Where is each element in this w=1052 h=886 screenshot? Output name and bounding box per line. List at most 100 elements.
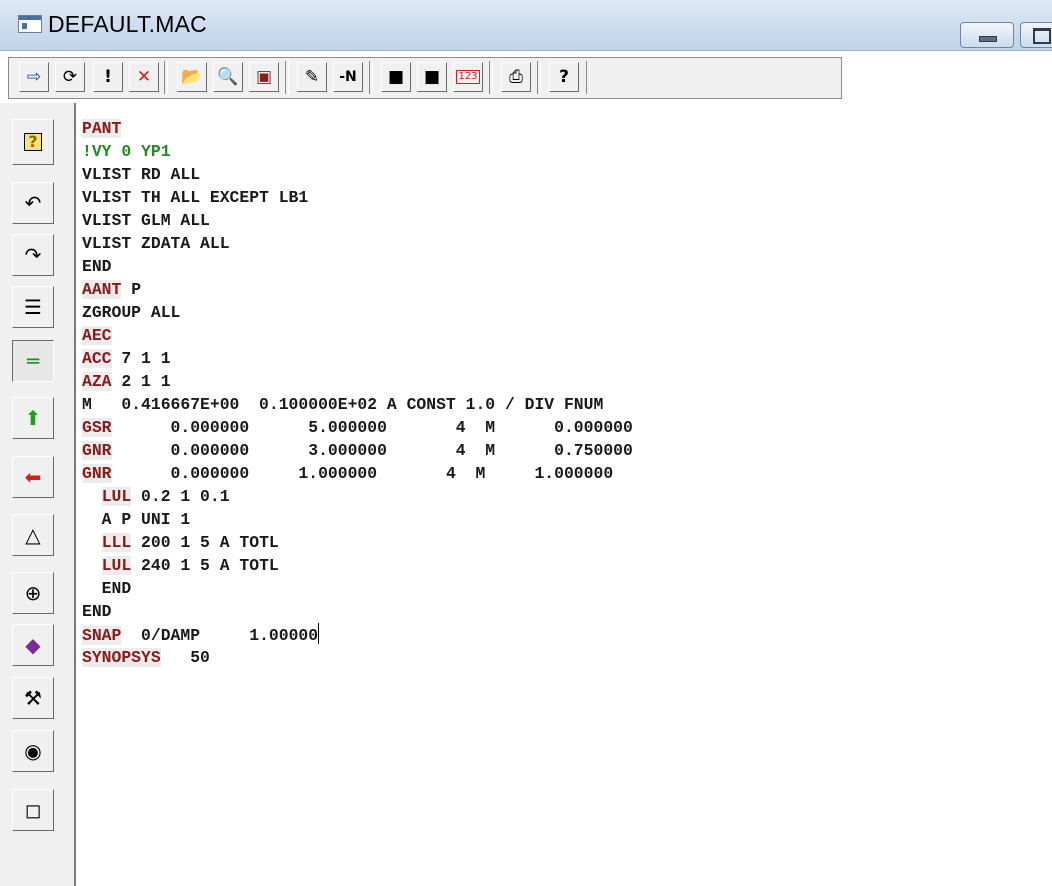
toolbar-button-macro[interactable]: ▣ — [249, 62, 279, 92]
code-line[interactable]: SNAP 0/DAMP 1.00000 — [82, 623, 633, 646]
code-line[interactable]: AEC — [82, 324, 633, 347]
code-keyword: GNR — [82, 464, 112, 483]
code-line[interactable]: GSR 0.000000 5.000000 4 M 0.000000 — [82, 416, 633, 439]
numbers-123-icon: 123 — [456, 70, 480, 84]
toolbar-button-save[interactable]: ■ — [381, 62, 411, 92]
code-line[interactable]: !VY 0 YP1 — [82, 140, 633, 163]
macro-icon: ▣ — [255, 66, 273, 87]
toolbar: ⇨ ⟳! ✕ 📂 🔍 ▣ ✎ -N ■ ■ 123 ⎙? — [8, 57, 842, 99]
code-keyword: GSR — [82, 418, 112, 437]
code-line[interactable]: GNR 0.000000 3.000000 4 M 0.750000 — [82, 439, 633, 462]
code-line[interactable]: GNR 0.000000 1.000000 4 M 1.000000 — [82, 462, 633, 485]
code-line[interactable]: VLIST ZDATA ALL — [82, 232, 633, 255]
code-line[interactable]: A P UNI 1 — [82, 508, 633, 531]
code-line[interactable]: VLIST GLM ALL — [82, 209, 633, 232]
green-up-arrow-icon: ⬆ — [24, 406, 42, 430]
minus-n-icon: -N — [339, 69, 357, 85]
code-line[interactable]: M 0.416667E+00 0.100000E+02 A CONST 1.0 … — [82, 393, 633, 416]
toolbar-separator — [537, 61, 541, 94]
toolbar-button-magnifier[interactable]: 🔍 — [213, 62, 243, 92]
toolbar-button-red-x[interactable]: ✕ — [129, 62, 159, 92]
side-button-green-up-arrow[interactable]: ⬆ — [12, 397, 54, 439]
side-button-equals-lines[interactable]: ═ — [12, 340, 54, 382]
code-text: VLIST ZDATA ALL — [82, 234, 230, 253]
code-line[interactable]: AZA 2 1 1 — [82, 370, 633, 393]
code-text: 0.000000 3.000000 4 M 0.750000 — [111, 441, 633, 460]
toolbar-button-save-as[interactable]: ■ — [417, 62, 447, 92]
code-keyword: ACC — [82, 349, 112, 368]
code-line[interactable]: LUL 0.2 1 0.1 — [82, 485, 633, 508]
toolbar-button-help[interactable]: ? — [549, 62, 579, 92]
code-keyword: AEC — [82, 326, 112, 345]
save-as-icon: ■ — [423, 66, 441, 87]
side-button-exit-door[interactable]: ◻ — [12, 789, 54, 831]
code-line[interactable]: AANT P — [82, 278, 633, 301]
app-window-icon[interactable] — [18, 15, 42, 33]
save-icon: ■ — [387, 66, 405, 87]
exclamation-icon: ! — [104, 66, 112, 87]
side-button-redo[interactable]: ↷ — [12, 234, 54, 276]
code-line[interactable]: END — [82, 577, 633, 600]
editor-text[interactable]: PANT !VY 0 YP1 VLIST RD ALL VLIST TH ALL EX… — [82, 117, 633, 669]
code-keyword: SYNOPSYS — [82, 648, 161, 667]
side-button-undo[interactable]: ↶ — [12, 182, 54, 224]
toolbar-separator — [164, 61, 168, 94]
code-text: END — [82, 602, 112, 621]
toolbar-button-minus-n[interactable]: -N — [333, 62, 363, 92]
side-button-indent[interactable]: ☰ — [12, 286, 54, 328]
side-button-wrench[interactable]: ⚒ — [12, 677, 54, 719]
toolbar-separator — [489, 61, 493, 94]
code-keyword: LUL — [101, 487, 132, 506]
code-line[interactable]: PANT — [82, 117, 633, 140]
side-button-gem[interactable]: ◆ — [12, 624, 54, 666]
red-x-icon: ✕ — [136, 66, 152, 87]
magnifier-icon: 🔍 — [217, 66, 239, 87]
title-bar: DEFAULT.MAC — [0, 0, 1052, 51]
code-text: VLIST GLM ALL — [82, 211, 210, 230]
toolbar-button-open-folder[interactable]: 📂 — [177, 62, 207, 92]
equals-lines-icon: ═ — [26, 349, 40, 373]
minimize-button[interactable] — [960, 22, 1014, 48]
code-text: P — [121, 280, 142, 299]
code-line[interactable]: END — [82, 255, 633, 278]
code-line[interactable]: ZGROUP ALL — [82, 301, 633, 324]
maximize-button[interactable] — [1020, 22, 1052, 48]
code-line[interactable]: LUL 240 1 5 A TOTL — [82, 554, 633, 577]
code-line[interactable]: ACC 7 1 1 — [82, 347, 633, 370]
code-line[interactable]: LLL 200 1 5 A TOTL — [82, 531, 633, 554]
side-button-help-question[interactable]: ? — [12, 119, 54, 165]
triangle-icon: △ — [25, 523, 41, 547]
macro-editor[interactable]: PANT !VY 0 YP1 VLIST RD ALL VLIST TH ALL EX… — [76, 103, 1052, 886]
toolbar-button-refresh[interactable]: ⟳ — [55, 62, 85, 92]
code-keyword: LUL — [101, 556, 132, 575]
code-text: 200 1 5 A TOTL — [131, 533, 279, 552]
side-button-red-left-arrow[interactable]: ⬅ — [12, 456, 54, 498]
code-text: M 0.416667E+00 0.100000E+02 A CONST 1.0 … — [82, 395, 604, 414]
code-text: END — [82, 257, 112, 276]
code-text: 7 1 1 — [111, 349, 171, 368]
toolbar-button-exclamation[interactable]: ! — [93, 62, 123, 92]
side-button-eye[interactable]: ◉ — [12, 730, 54, 772]
code-keyword: LLL — [101, 533, 132, 552]
code-line[interactable]: SYNOPSYS 50 — [82, 646, 633, 669]
code-text: A P UNI 1 — [82, 510, 191, 529]
toolbar-button-printer[interactable]: ⎙ — [501, 62, 531, 92]
side-button-crosshair-circle[interactable]: ⊕ — [12, 572, 54, 614]
code-line[interactable]: VLIST TH ALL EXCEPT LB1 — [82, 186, 633, 209]
undo-icon: ↶ — [24, 191, 42, 215]
code-text: 240 1 5 A TOTL — [131, 556, 279, 575]
gem-icon: ◆ — [25, 633, 41, 657]
side-toolbar: ? ↶ ↷ ☰ ═ ⬆ ⬅ △ ⊕ ◆ ⚒ ◉ ◻ — [0, 103, 76, 886]
toolbar-button-edit-note[interactable]: ✎ — [297, 62, 327, 92]
code-line[interactable]: END — [82, 600, 633, 623]
text-caret — [318, 623, 320, 644]
side-button-triangle[interactable]: △ — [12, 514, 54, 556]
toolbar-button-exit[interactable]: ⇨ — [19, 62, 49, 92]
code-text: END — [82, 579, 132, 598]
eye-icon: ◉ — [24, 739, 42, 763]
toolbar-button-numbers-123[interactable]: 123 — [453, 62, 483, 92]
code-line[interactable]: VLIST RD ALL — [82, 163, 633, 186]
printer-icon: ⎙ — [509, 66, 523, 87]
